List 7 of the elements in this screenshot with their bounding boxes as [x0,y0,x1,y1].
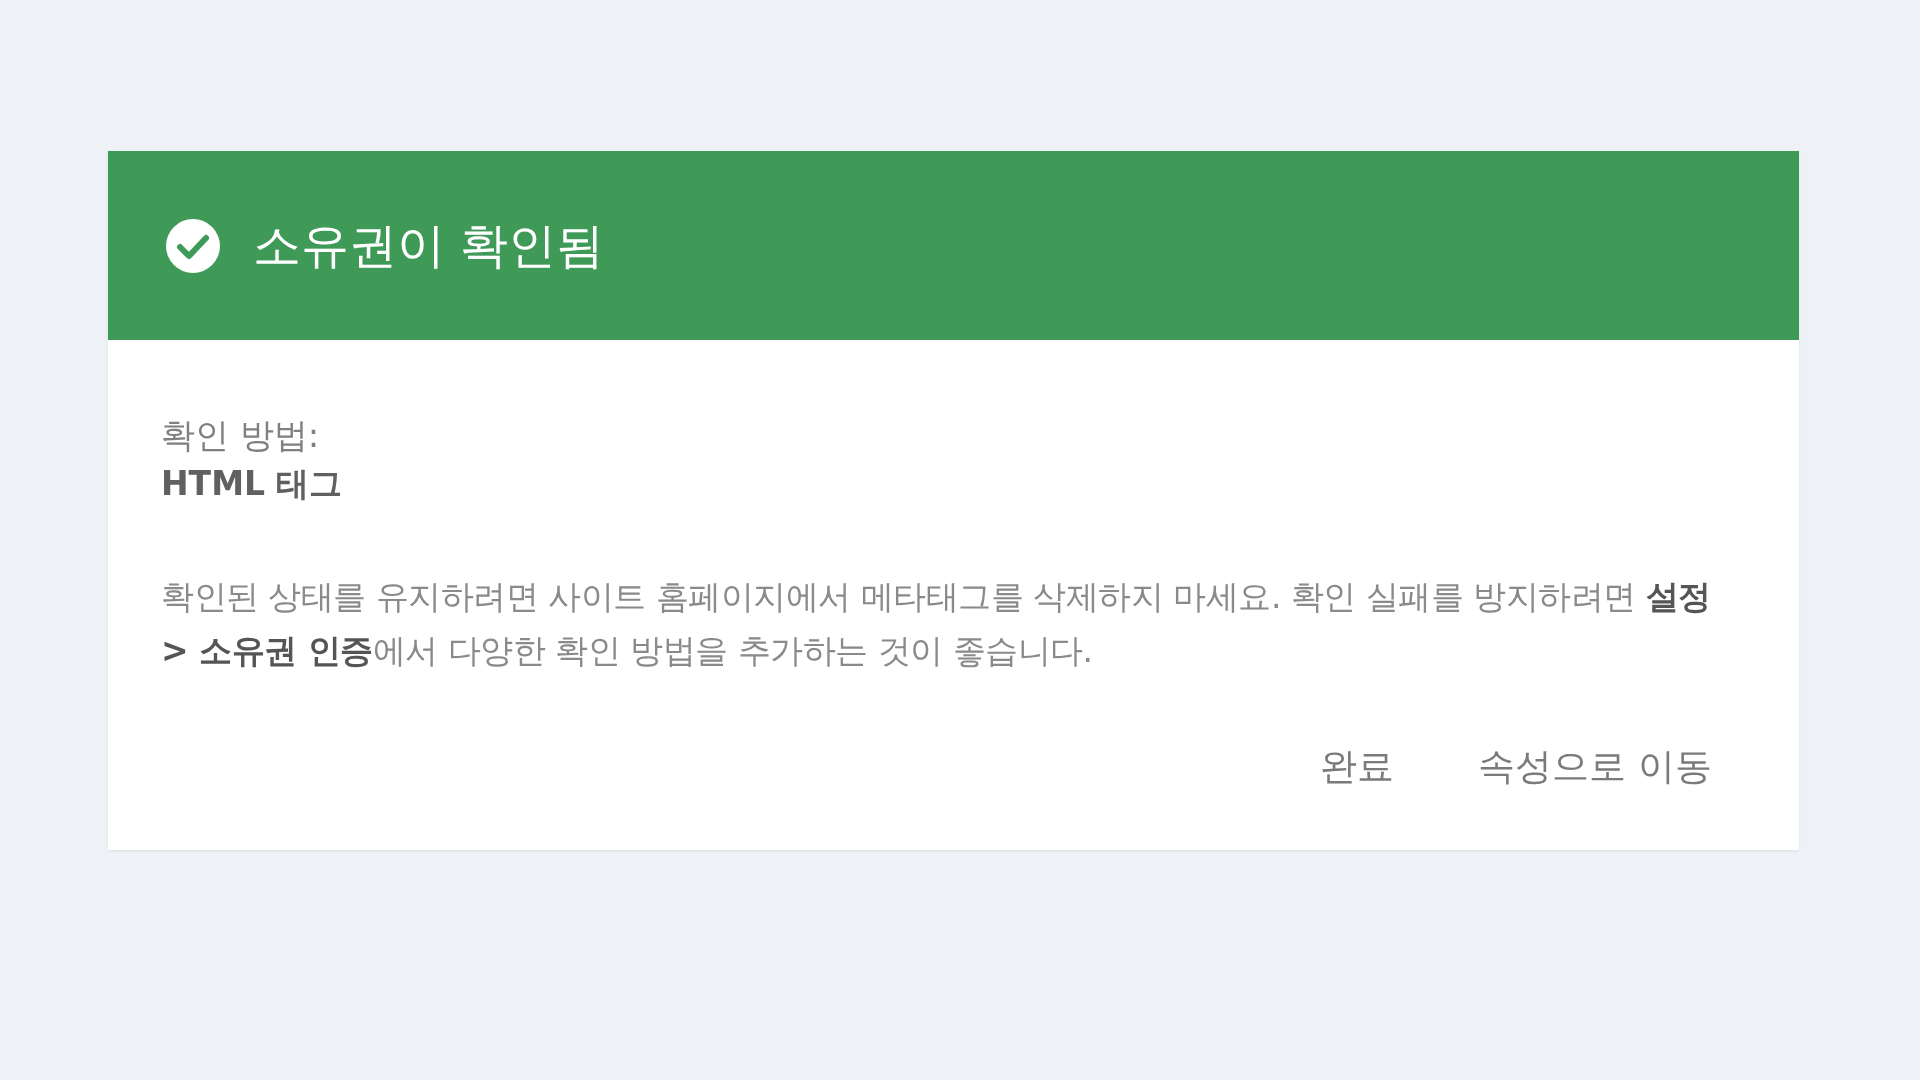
check-icon [165,217,221,274]
go-to-property-button[interactable]: 속성으로 이동 [1466,734,1724,800]
method-value: HTML 태그 [161,463,344,505]
message-text: 확인된 상태를 유지하려면 사이트 홈페이지에서 메타태그를 삭제하지 마세요. 확인 실패를 방지하려면 설정 > 소유권 인증에서 다양한 확인 방법을 추가하는 것이 좋습니다. [161,576,1712,672]
done-button[interactable]: 완료 [1308,734,1407,800]
method-label: 확인 방법: [161,414,321,457]
dialog-title: 소유권이 확인됨 [253,215,605,275]
